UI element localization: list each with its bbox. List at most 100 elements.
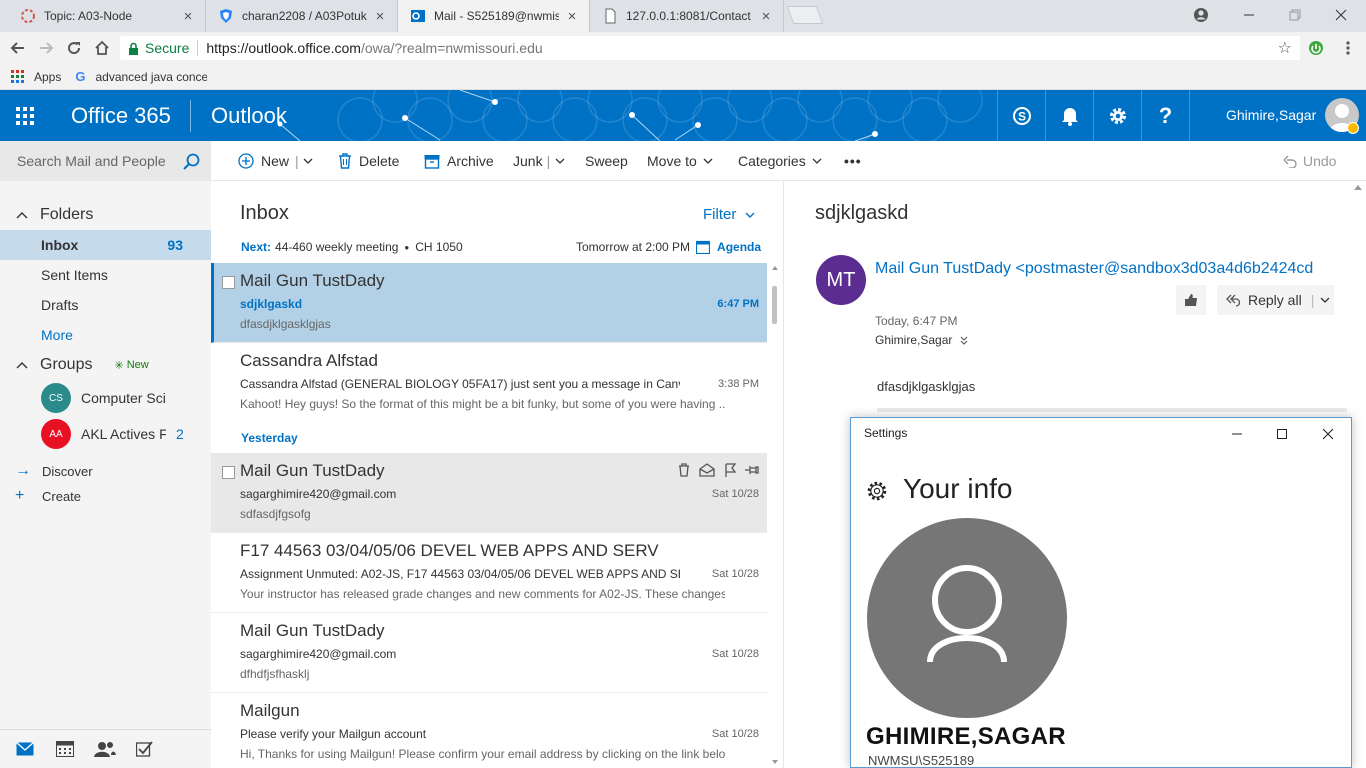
chevron-down-icon[interactable] [555,158,565,164]
folder-label: Drafts [41,297,79,313]
chevron-down-icon[interactable] [1320,297,1330,303]
app-name[interactable]: Outlook [211,103,287,129]
archive-label: Archive [447,153,494,169]
folder-sent-items[interactable]: Sent Items [0,260,211,290]
message-row[interactable]: Mail Gun TustDady sagarghimire420@gmail.… [211,613,767,693]
mail-icon[interactable] [16,742,34,756]
message-row[interactable]: Mail Gun TustDady sagarghimire420@gmail.… [211,453,767,533]
profile-icon[interactable] [1178,0,1224,30]
gear-icon[interactable] [1093,90,1141,141]
minimize-icon[interactable] [1226,0,1272,30]
java-bookmark[interactable]: G advanced java conce [75,69,207,84]
extension-icon[interactable] [1306,38,1326,58]
filter-button[interactable]: Filter [703,206,755,223]
new-tab-button[interactable] [786,6,824,24]
folder-drafts[interactable]: Drafts [0,290,211,320]
browser-tab-1[interactable]: Topic: A03-Node × [8,0,206,32]
minimize-icon[interactable] [1214,422,1260,446]
next-event[interactable]: Next: 44-460 weekly meeting ● CH 1050 [241,240,463,254]
new-button[interactable]: New | [238,153,313,169]
search-icon[interactable] [183,153,200,170]
lock-icon [128,42,139,55]
message-subject: Assignment Unmuted: A02-JS, F17 44563 03… [240,567,680,581]
skype-icon[interactable]: S [997,90,1045,141]
folder-count: 93 [167,237,183,253]
groups-header[interactable]: Groups ✳ New [16,356,211,374]
categories-button[interactable]: Categories [738,153,822,169]
junk-button[interactable]: Junk | [513,153,565,169]
people-icon[interactable] [94,741,116,757]
search-input[interactable]: Search Mail and People [0,141,211,181]
forward-icon[interactable] [36,38,56,58]
profile-picture[interactable] [867,518,1067,718]
pin-icon[interactable] [745,464,759,476]
bell-icon[interactable] [1045,90,1093,141]
sender-avatar[interactable]: MT [816,255,866,305]
address-bar[interactable]: Secure https://outlook.office.com/owa/?r… [120,36,1300,60]
calendar-icon [696,240,711,254]
suite-brand[interactable]: Office 365 [71,103,171,129]
chevron-down-icon[interactable] [303,158,313,164]
reply-all-button[interactable]: Reply all | [1217,285,1334,315]
group-count: 2 [176,426,184,442]
message-row[interactable]: Mailgun Please verify your Mailgun accou… [211,693,767,768]
tab-close-icon[interactable]: × [181,8,195,25]
maximize-icon[interactable] [1259,422,1305,446]
sweep-button[interactable]: Sweep [585,153,628,169]
undo-label: Undo [1303,153,1337,169]
folder-more-link[interactable]: More [0,320,211,350]
mark-read-icon[interactable] [699,463,715,477]
folder-inbox[interactable]: Inbox 93 [0,230,211,260]
email-recipient[interactable]: Ghimire,Sagar [875,333,968,347]
group-item-computer-sci[interactable]: CS Computer Sci [41,383,211,413]
bookmark-star-icon[interactable]: ☆ [1278,38,1292,58]
browser-tab-3[interactable]: Mail - S525189@nwmiss × [398,0,590,32]
chrome-menu-icon[interactable] [1338,38,1358,58]
back-icon[interactable] [8,38,28,58]
message-row[interactable]: Cassandra Alfstad Cassandra Alfstad (GEN… [211,343,767,423]
message-sender: Mail Gun TustDady [240,461,385,480]
group-name: AKL Actives Fa [81,426,166,442]
trash-icon[interactable] [678,463,690,477]
list-scrollbar[interactable] [769,264,781,768]
app-launcher-icon[interactable] [0,90,50,141]
delete-button[interactable]: Delete [338,153,399,169]
like-button[interactable] [1176,285,1206,315]
module-switcher [0,729,211,768]
close-icon[interactable] [1305,422,1351,446]
close-window-icon[interactable] [1318,0,1364,30]
message-sender: Mail Gun TustDady [240,621,385,640]
sender-address[interactable]: Mail Gun TustDady <postmaster@sandbox3d0… [875,260,1335,278]
scroll-up-arrow[interactable] [1354,185,1362,190]
folders-header[interactable]: Folders [16,206,93,224]
tab-close-icon[interactable]: × [565,8,579,25]
message-row[interactable]: F17 44563 03/04/05/06 DEVEL WEB APPS AND… [211,533,767,613]
browser-tab-2[interactable]: charan2208 / A03Potuku × [206,0,398,32]
next-label: Next: [241,240,272,254]
tab-close-icon[interactable]: × [759,8,773,25]
message-preview: Kahoot! Hey guys! So the format of this … [240,397,725,411]
apps-bookmark[interactable]: Apps [11,69,61,84]
move-to-button[interactable]: Move to [647,153,713,169]
help-icon[interactable]: ? [1141,90,1189,141]
create-link[interactable]: + Create [15,487,81,505]
restore-icon[interactable] [1272,0,1318,30]
browser-tab-4[interactable]: 127.0.0.1:8081/Contact × [590,0,784,32]
reload-icon[interactable] [64,38,84,58]
archive-button[interactable]: Archive [424,153,494,169]
message-checkbox[interactable] [222,276,235,289]
message-row[interactable]: Mail Gun TustDady sdjklgaskd dfasdjklgas… [211,263,767,343]
user-name[interactable]: Ghimire,Sagar [1226,107,1316,123]
discover-link[interactable]: → Discover [15,462,93,480]
undo-button[interactable]: Undo [1283,153,1336,169]
group-item-akl-actives[interactable]: AA AKL Actives Fa 2 [41,419,211,449]
tab-close-icon[interactable]: × [373,8,387,25]
message-checkbox[interactable] [222,466,235,479]
calendar-icon[interactable] [56,741,74,757]
message-preview: dfhdfjsfhasklj [240,667,310,681]
flag-icon[interactable] [724,463,736,477]
tasks-icon[interactable] [136,741,154,757]
agenda-link[interactable]: Agenda [717,240,761,254]
more-commands-button[interactable]: ••• [844,153,862,169]
home-icon[interactable] [92,38,112,58]
